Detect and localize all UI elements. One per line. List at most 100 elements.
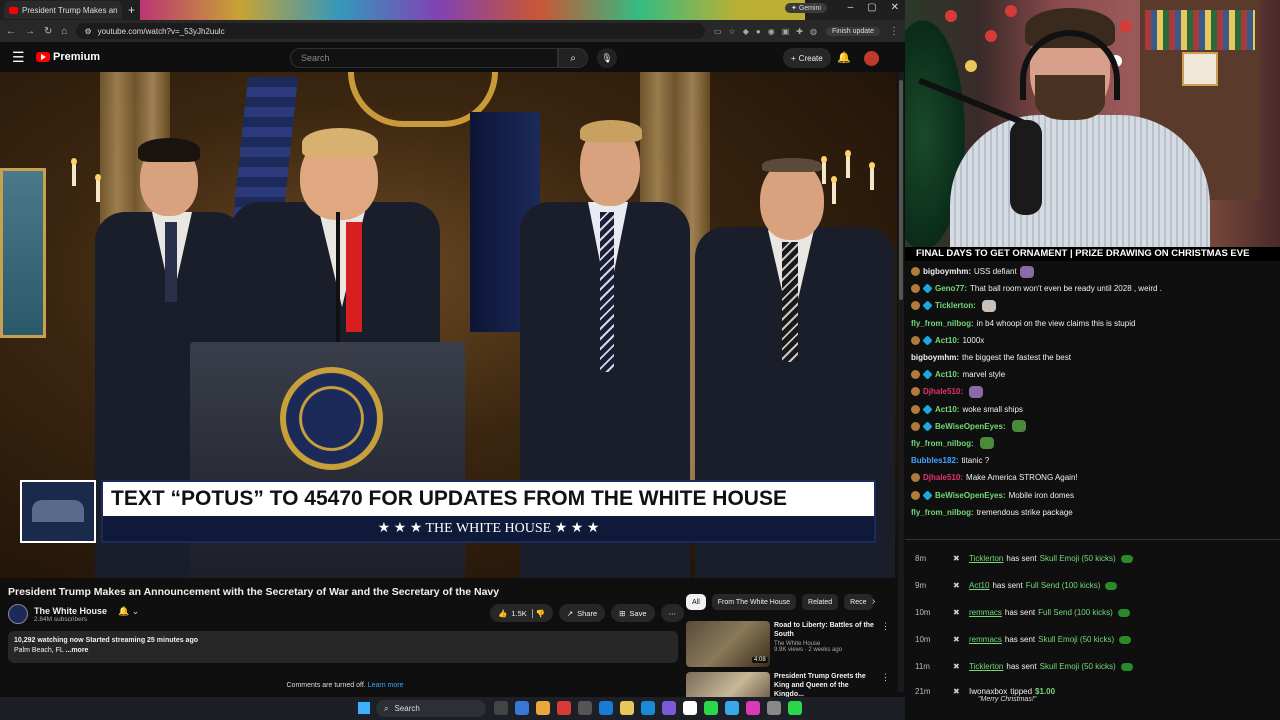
app-icon[interactable] [725,701,739,715]
event-user[interactable]: remmacs [969,608,1002,617]
extension-icon[interactable]: ◆ [743,27,749,36]
channel-name[interactable]: The White House [34,606,107,616]
thumbs-down-icon[interactable]: │👎 [531,609,545,618]
chat-username[interactable]: Bubbles182 [911,456,956,465]
task-view-icon[interactable] [494,701,508,715]
app-icon[interactable] [767,701,781,715]
back-icon[interactable]: ← [6,26,16,37]
puzzle-icon[interactable]: ✚ [796,27,803,36]
chip-recent[interactable]: Rece [844,594,873,610]
chevron-right-icon[interactable]: › [872,596,875,607]
chat-username[interactable]: bigboymhm [923,267,968,276]
bookmark-star-icon[interactable]: ☆ [729,27,736,36]
minimize-icon[interactable]: – [848,2,854,13]
channel-avatar[interactable] [8,604,28,624]
extension-icon[interactable]: ◉ [768,27,775,36]
windows-start-icon[interactable] [358,702,370,714]
finish-update-button[interactable]: Finish update [825,26,880,36]
subscribe-bell-button[interactable]: 🔔 ⌄ [118,606,139,617]
close-window-icon[interactable]: ✕ [891,2,899,13]
app-icon[interactable] [746,701,760,715]
chat-text: woke small ships [962,404,1023,414]
learn-more-link[interactable]: Learn more [368,682,404,689]
maximize-icon[interactable]: ▢ [867,2,876,13]
search-button[interactable]: ⌕ [558,48,588,68]
voice-search-button[interactable]: 🎙 [597,48,617,68]
new-tab-icon[interactable]: + [128,3,135,17]
chat-username[interactable]: bigboymhm [911,353,956,362]
app-icon[interactable] [662,701,676,715]
chrome-icon[interactable] [536,701,550,715]
chat-username[interactable]: BeWiseOpenEyes [935,491,1003,500]
cast-icon[interactable]: ▭ [714,27,722,36]
share-button[interactable]: ↗ Share [558,604,606,622]
gemini-button[interactable]: ✦ Gemini [785,3,827,13]
page-scrollbar[interactable] [898,72,904,692]
steam-icon[interactable] [641,701,655,715]
chip-from-channel[interactable]: From The White House [711,594,797,610]
url-field[interactable]: ⚙ youtube.com/watch?v=_53yJh2uulc [76,23,705,39]
chip-related[interactable]: Related [802,594,839,610]
save-button[interactable]: ⊞ Save [611,604,655,622]
gifter-badge-icon [911,284,920,294]
search-input[interactable]: Search [290,48,558,68]
bookmark-icon: ⊞ [619,608,626,618]
event-user[interactable]: Ticklerton [969,554,1003,563]
more-link[interactable]: ...more [66,647,89,654]
chat-username[interactable]: Geno77 [935,284,964,293]
chat-username[interactable]: Act10 [935,405,957,414]
event-user[interactable]: Ticklerton [969,662,1003,671]
more-actions-button[interactable]: ⋯ [660,604,685,622]
rec-menu-icon[interactable]: ⋮ [881,672,890,683]
app-icon[interactable] [557,701,571,715]
like-button[interactable]: 👍 1.5K │👎 [490,604,553,622]
address-bar: ← → ↻ ⌂ ⚙ youtube.com/watch?v=_53yJh2uul… [0,20,905,42]
chat-username[interactable]: Djhale510 [923,473,960,482]
chat-username[interactable]: Djhale510 [923,387,960,396]
file-explorer-icon[interactable] [620,701,634,715]
gift-emote-icon [1119,635,1132,644]
app-icon[interactable] [578,701,592,715]
browser-menu-icon[interactable]: ⋮ [889,26,899,37]
site-info-icon[interactable]: ⚙ [84,27,91,36]
taskbar-search[interactable]: ⌕ Search [376,700,486,717]
app-icon[interactable] [599,701,613,715]
extension-icon[interactable]: ▣ [782,27,790,36]
reload-icon[interactable]: ↻ [44,26,52,37]
notifications-bell-icon[interactable]: 🔔 [837,51,851,64]
app-icon[interactable] [515,701,529,715]
chip-all[interactable]: All [686,594,706,610]
rec-title[interactable]: President Trump Greets the King and Quee… [774,672,879,697]
chat-username[interactable]: fly_from_nilbog [911,439,971,448]
forward-icon[interactable]: → [25,26,35,37]
rec-title[interactable]: Road to Liberty: Battles of the South [774,621,879,639]
event-user[interactable]: Iwonaxbox [969,687,1007,696]
app-icon[interactable] [788,701,802,715]
event-user[interactable]: remmacs [969,635,1002,644]
video-player[interactable]: TEXT “POTUS” TO 45470 FOR UPDATES FROM T… [0,72,897,578]
create-button[interactable]: + Create [783,48,831,68]
chat-username[interactable]: fly_from_nilbog [911,508,971,517]
youtube-logo[interactable]: Premium [36,51,100,63]
browser-tab[interactable]: President Trump Makes an ✕ [4,1,122,19]
recommended-video[interactable]: 4:08 Road to Liberty: Battles of the Sou… [686,621,890,667]
spotify-icon[interactable] [704,701,718,715]
chat-username[interactable]: Act10 [935,336,957,345]
event-feed: 8m ✖ Ticklerton has sent Skull Emoji (50 kic… [905,545,1280,720]
chat-username[interactable]: Ticklerton [935,301,973,310]
profile-icon[interactable]: ◍ [810,27,817,36]
chat-username[interactable]: BeWiseOpenEyes [935,422,1003,431]
recommended-video[interactable]: President Trump Greets the King and Quee… [686,672,890,697]
extension-icon[interactable]: ● [756,27,761,36]
description-box[interactable]: 10,292 watching now Started streaming 25… [8,631,678,663]
app-icon[interactable] [683,701,697,715]
chat-username[interactable]: fly_from_nilbog [911,319,971,328]
event-user[interactable]: Act10 [969,581,989,590]
rec-menu-icon[interactable]: ⋮ [881,621,890,632]
avatar[interactable] [864,51,879,66]
white-house-thumbnail [20,480,96,543]
menu-icon[interactable]: ☰ [12,49,36,66]
chat-username[interactable]: Act10 [935,370,957,379]
home-icon[interactable]: ⌂ [61,26,67,37]
video-thumbnail[interactable] [686,672,770,697]
